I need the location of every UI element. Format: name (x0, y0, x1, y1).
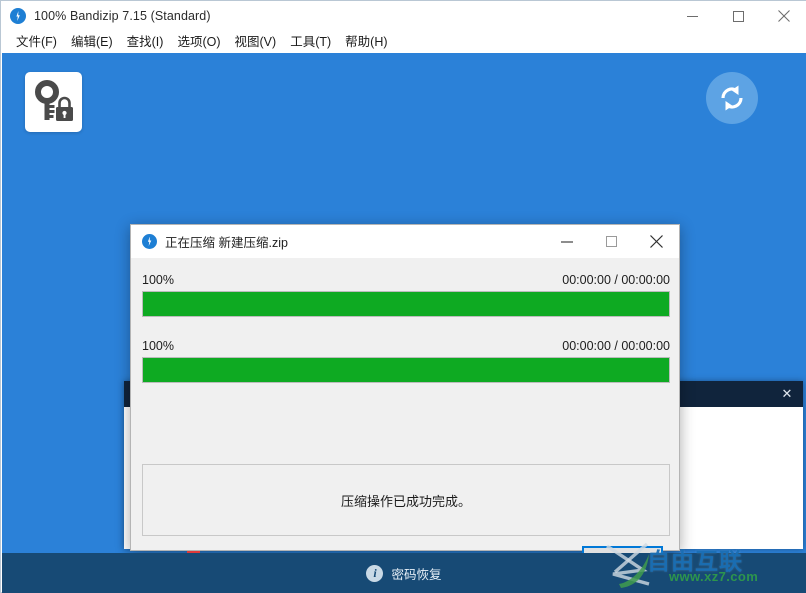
progress-bar-2 (142, 357, 670, 383)
menu-find[interactable]: 查找(I) (120, 31, 171, 53)
status-message-box: 压缩操作已成功完成。 (142, 464, 670, 536)
progress-group-1: 100% 00:00:00 / 00:00:00 (142, 273, 670, 317)
progress-percent-1: 100% (142, 273, 174, 287)
screen: 100% Bandizip 7.15 (Standard) 文件(F) 编辑(E… (0, 0, 806, 593)
menu-edit[interactable]: 编辑(E) (64, 31, 120, 53)
menu-options[interactable]: 选项(O) (170, 31, 227, 53)
progress-time-1: 00:00:00 / 00:00:00 (562, 273, 670, 287)
progress-time-2: 00:00:00 / 00:00:00 (562, 339, 670, 353)
menu-help[interactable]: 帮助(H) (338, 31, 394, 53)
progress-bar-1 (142, 291, 670, 317)
minimize-icon[interactable] (669, 1, 715, 31)
menubar: 文件(F) 编辑(E) 查找(I) 选项(O) 视图(V) 工具(T) 帮助(H… (1, 31, 806, 53)
compress-progress-dialog: 正在压缩 新建压缩.zip 100% 00:00:00 / 00:00:00 1… (130, 224, 680, 553)
background-window-close-icon[interactable]: ✕ (777, 384, 797, 404)
menu-tools[interactable]: 工具(T) (283, 31, 338, 53)
key-lock-icon (35, 80, 73, 121)
password-recovery-label: 密码恢复 (391, 567, 442, 582)
dialog-title: 正在压缩 新建压缩.zip (165, 236, 288, 250)
dialog-window-controls (544, 225, 679, 258)
dialog-close-icon[interactable] (634, 225, 679, 258)
maximize-icon[interactable] (715, 1, 761, 31)
close-icon[interactable] (761, 1, 806, 31)
bandizip-logo-icon (10, 8, 26, 24)
info-icon: i (366, 564, 384, 582)
dialog-titlebar[interactable]: 正在压缩 新建压缩.zip (131, 225, 679, 258)
progress-bar-fill-2 (143, 358, 669, 382)
dialog-minimize-icon[interactable] (544, 225, 589, 258)
main-titlebar[interactable]: 100% Bandizip 7.15 (Standard) (1, 1, 806, 31)
statusbar: i 密码恢复 (2, 553, 806, 593)
refresh-button[interactable] (706, 72, 758, 124)
progress-labels-1: 100% 00:00:00 / 00:00:00 (142, 273, 670, 287)
window-title: 100% Bandizip 7.15 (Standard) (34, 9, 211, 23)
dialog-body: 100% 00:00:00 / 00:00:00 100% 00:00:00 /… (131, 258, 679, 553)
progress-group-2: 100% 00:00:00 / 00:00:00 (142, 339, 670, 383)
main-canvas: ✕ 正在压缩 新建压缩.zip 100% 00:00:00 / 00:00:00… (2, 53, 806, 553)
progress-bar-fill-1 (143, 292, 669, 316)
menu-file[interactable]: 文件(F) (9, 31, 64, 53)
progress-labels-2: 100% 00:00:00 / 00:00:00 (142, 339, 670, 353)
refresh-icon (721, 85, 743, 111)
bandizip-logo-icon (142, 234, 157, 249)
main-window: 100% Bandizip 7.15 (Standard) 文件(F) 编辑(E… (0, 0, 806, 593)
key-lock-tile[interactable] (25, 72, 82, 132)
progress-percent-2: 100% (142, 339, 174, 353)
window-controls (669, 1, 806, 31)
menu-view[interactable]: 视图(V) (228, 31, 284, 53)
password-recovery-link[interactable]: i 密码恢复 (366, 564, 442, 583)
status-message: 压缩操作已成功完成。 (340, 493, 471, 509)
dialog-footer: x (131, 546, 679, 553)
close-button[interactable]: 关闭 (582, 546, 663, 553)
dialog-maximize-icon[interactable] (589, 225, 634, 258)
